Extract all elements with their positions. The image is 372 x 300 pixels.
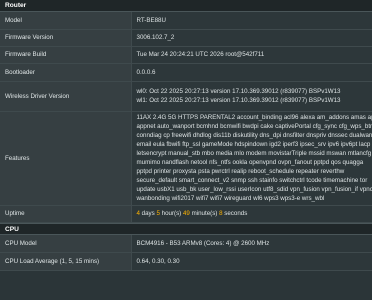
firmware-build-value: Tue Mar 24 20:24:21 UTC 2026 root@542f71…	[131, 46, 372, 64]
router-section-header: Router	[0, 0, 372, 12]
features-line: 11AX 2.4G 5G HTTPS PARENTAL2 account_bin…	[136, 113, 372, 121]
features-label: Features	[0, 111, 132, 206]
row-model: Model RT-BE88U	[0, 12, 372, 30]
wireless-driver-line: wl0: Oct 22 2025 20:27:13 version 17.10.…	[136, 87, 341, 95]
wireless-driver-line: wl1: Oct 22 2025 20:27:13 version 17.10.…	[136, 97, 341, 104]
firmware-build-label: Firmware Build	[0, 46, 132, 64]
wireless-driver-value: wl0: Oct 22 2025 20:27:13 version 17.10.…	[131, 81, 372, 112]
row-cpu-model: CPU Model BCM4916 - B53 ARMv8 (Cores: 4)…	[0, 234, 372, 253]
features-value: 11AX 2.4G 5G HTTPS PARENTAL2 account_bin…	[131, 111, 372, 206]
row-firmware-version: Firmware Version 3006.102.7_2	[0, 29, 372, 47]
uptime-days-unit: days	[139, 210, 157, 217]
row-firmware-build: Firmware Build Tue Mar 24 20:24:21 UTC 2…	[0, 46, 372, 64]
model-label: Model	[0, 12, 132, 30]
features-line: update usbX1 usb_bk user_low_rssi userIc…	[136, 186, 372, 194]
firmware-version-value: 3006.102.7_2	[131, 29, 372, 47]
features-line: email eula fbwifi ftp_ssl gameMode hdspi…	[136, 140, 371, 148]
cpu-info-table: CPU Model BCM4916 - B53 ARMv8 (Cores: 4)…	[0, 234, 372, 271]
uptime-label: Uptime	[0, 205, 132, 223]
row-bootloader: Bootloader 0.0.0.6	[0, 63, 372, 82]
model-value: RT-BE88U	[131, 12, 372, 30]
row-features: Features 11AX 2.4G 5G HTTPS PARENTAL2 ac…	[0, 111, 372, 206]
features-line: wanbonding wifi2017 wifi7 wifi7 wireguar…	[136, 195, 325, 203]
row-uptime: Uptime 4 days 5 hour(s) 49 minute(s) 8 s…	[0, 205, 372, 223]
features-line: secure_default smart_connect_v2 snmp ssh…	[136, 177, 368, 185]
uptime-minutes: 49	[182, 210, 190, 217]
row-wireless-driver: Wireless Driver Version wl0: Oct 22 2025…	[0, 81, 372, 112]
cpu-load-label: CPU Load Average (1, 5, 15 mins)	[0, 252, 132, 271]
features-line: appnet auto_wanport bcmhnd bcmwifi bwdpi…	[136, 122, 372, 130]
cpu-load-value: 0.64, 0.30, 0.30	[131, 252, 372, 271]
cpu-model-label: CPU Model	[0, 234, 132, 253]
wireless-driver-label: Wireless Driver Version	[0, 81, 132, 112]
bootloader-value: 0.0.0.6	[131, 63, 372, 82]
features-line: pptpd printer proxysta psta pwrctrl real…	[136, 168, 345, 176]
firmware-version-label: Firmware Version	[0, 29, 132, 47]
router-info-table: Model RT-BE88U Firmware Version 3006.102…	[0, 12, 372, 223]
system-info-panel: Router Model RT-BE88U Firmware Version 3…	[0, 0, 372, 300]
uptime-minutes-unit: minute(s)	[189, 210, 220, 217]
features-line: conndiag cp freewifi dhdlog dis11b disku…	[136, 131, 372, 139]
cpu-section-header: CPU	[0, 222, 372, 235]
cpu-model-value: BCM4916 - B53 ARMv8 (Cores: 4) @ 2600 MH…	[131, 234, 372, 253]
bootloader-label: Bootloader	[0, 63, 132, 82]
uptime-hours-unit: hour(s)	[159, 210, 183, 217]
features-line: mumimo nandflash netool nfs_ntfs ookla o…	[136, 159, 364, 166]
row-cpu-load: CPU Load Average (1, 5, 15 mins) 0.64, 0…	[0, 252, 372, 271]
features-line: letsencrypt manual_stb mbo media mlo mod…	[136, 149, 372, 157]
uptime-seconds-unit: seconds	[222, 210, 248, 217]
uptime-value: 4 days 5 hour(s) 49 minute(s) 8 seconds	[131, 205, 372, 223]
